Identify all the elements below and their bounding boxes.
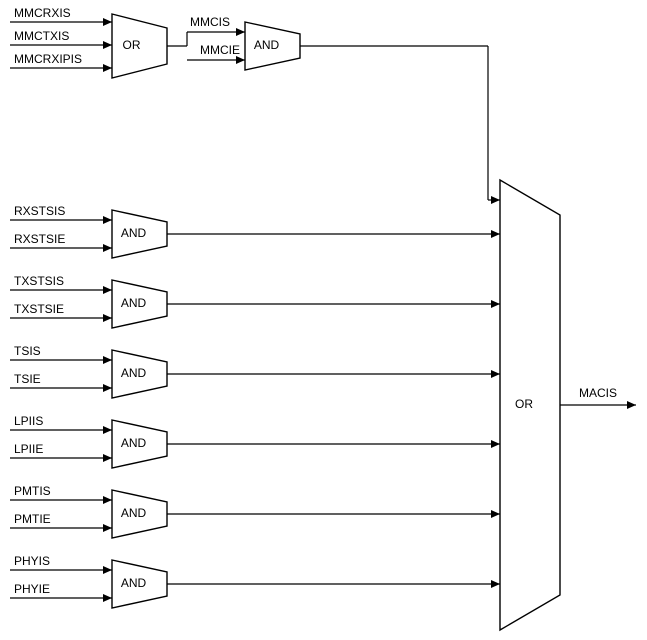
and-gate-tsis: AND — [121, 366, 147, 380]
and-gate-mmc: AND — [254, 38, 280, 52]
signal-mmctxis: MMCTXIS — [14, 29, 69, 43]
signal-tsie: TSIE — [14, 372, 41, 386]
signal-pmtis: PMTIS — [14, 484, 51, 498]
and-gate-phyis: AND — [121, 576, 147, 590]
and-gate-lpiis: AND — [121, 436, 147, 450]
signal-rxstsis: RXSTSIS — [14, 204, 65, 218]
or-gate-top: OR — [123, 38, 141, 52]
and-gate-rxstsis: AND — [121, 226, 147, 240]
signal-tsis: TSIS — [14, 344, 41, 358]
signal-rxstsie: RXSTSIE — [14, 232, 65, 246]
signal-lpiie: LPIIE — [14, 442, 43, 456]
signal-phyis: PHYIS — [14, 554, 50, 568]
signal-lpiis: LPIIS — [14, 414, 43, 428]
signal-mmcie: MMCIE — [200, 43, 240, 57]
signal-txstsis: TXSTSIS — [14, 274, 64, 288]
signal-macis: MACIS — [579, 386, 617, 400]
signal-pmtie: PMTIE — [14, 512, 51, 526]
signal-mmcrxis: MMCRXIS — [14, 6, 71, 20]
and-gate-pmtis: AND — [121, 506, 147, 520]
signal-phyie: PHYIE — [14, 582, 50, 596]
signal-txstsie: TXSTSIE — [14, 302, 64, 316]
signal-mmcrxipis: MMCRXIPIS — [14, 52, 82, 66]
signal-mmcis: MMCIS — [190, 15, 230, 29]
or-gate-final: OR — [515, 397, 533, 411]
and-gate-txstsis: AND — [121, 296, 147, 310]
